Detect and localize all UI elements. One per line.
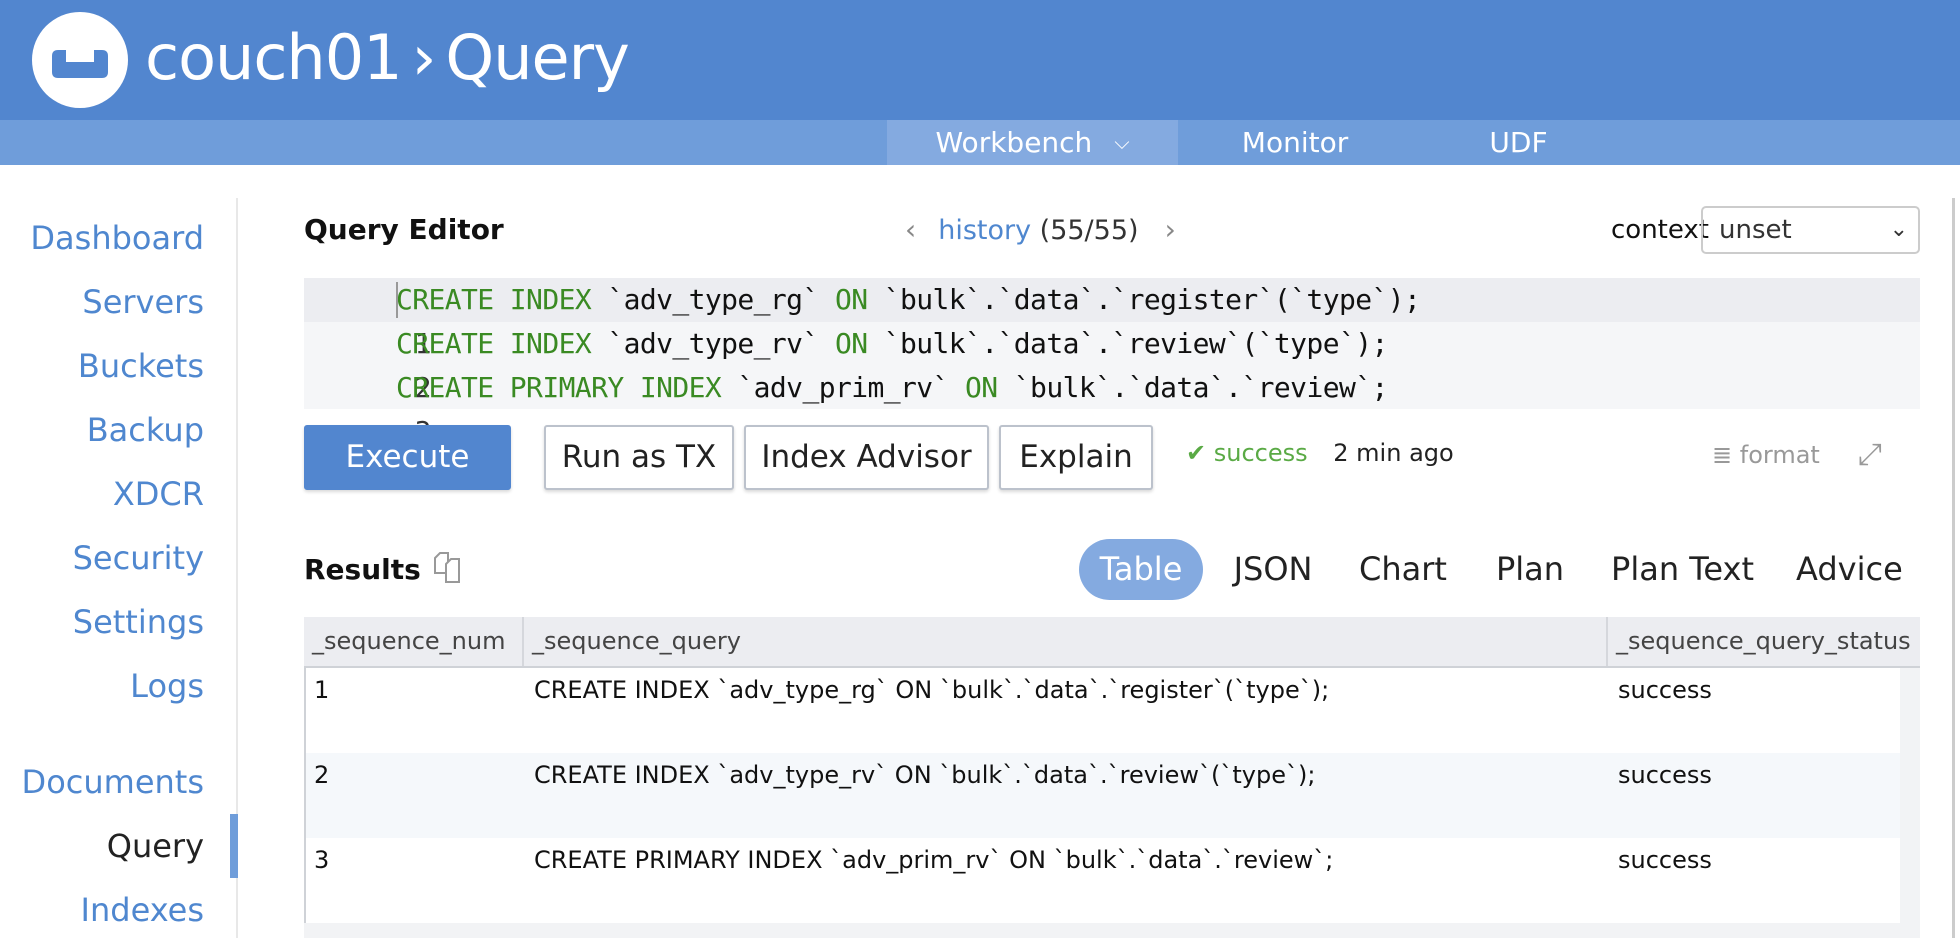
column-header[interactable]: _sequence_query_status	[1606, 617, 1920, 666]
code-line[interactable]: 1 CREATE INDEX `adv_type_rg` ON `bulk`.`…	[304, 278, 1920, 360]
table-row: 1 CREATE INDEX `adv_type_rg` ON `bulk`.`…	[304, 668, 1900, 753]
sidebar-item-xdcr[interactable]: XDCR	[113, 474, 204, 514]
sidebar-item-settings[interactable]: Settings	[73, 602, 204, 642]
chevron-down-icon: ⌵	[1114, 130, 1130, 154]
sidebar-item-servers[interactable]: Servers	[82, 282, 204, 322]
results-tab-chart[interactable]: Chart	[1350, 539, 1456, 600]
code-text: CREATE INDEX `adv_type_rg` ON `bulk`.`da…	[396, 283, 1421, 316]
active-nav-indicator	[230, 814, 238, 878]
status-text: success	[1213, 439, 1308, 467]
cell-query-status: success	[1618, 846, 1712, 874]
sidebar-item-documents[interactable]: Documents	[22, 762, 204, 802]
status-time: 2 min ago	[1333, 439, 1454, 467]
results-tab-plan-text[interactable]: Plan Text	[1610, 539, 1755, 600]
subnav-tab-workbench[interactable]: Workbench ⌵	[887, 120, 1178, 165]
cluster-name[interactable]: couch01	[145, 21, 403, 94]
query-subnav: Workbench ⌵ Monitor UDF	[0, 120, 1960, 165]
sidebar-item-backup[interactable]: Backup	[87, 410, 204, 450]
results-tab-table[interactable]: Table	[1079, 539, 1203, 600]
sidebar-item-security[interactable]: Security	[73, 538, 204, 578]
results-title: Results	[304, 553, 421, 586]
cell-query-status: success	[1618, 676, 1712, 704]
cell-sequence-query: CREATE INDEX `adv_type_rg` ON `bulk`.`da…	[534, 676, 1330, 704]
breadcrumb-separator-icon: ›	[411, 21, 437, 94]
history-link[interactable]: history	[938, 215, 1031, 246]
subnav-tab-monitor[interactable]: Monitor	[1200, 120, 1390, 165]
table-vertical-scrollbar[interactable]	[1900, 668, 1920, 938]
table-row: 3 CREATE PRIMARY INDEX `adv_prim_rv` ON …	[304, 838, 1900, 923]
query-status: ✔ success 2 min ago	[1186, 439, 1454, 467]
history-nav: ‹ history (55/55) ›	[905, 213, 1176, 246]
explain-button[interactable]: Explain	[999, 425, 1153, 490]
results-tab-json[interactable]: JSON	[1225, 539, 1321, 600]
sidebar-item-query[interactable]: Query	[107, 826, 204, 866]
cell-sequence-num: 1	[314, 676, 330, 704]
expand-icon[interactable]: ⤢	[1858, 437, 1882, 472]
history-next-icon[interactable]: ›	[1165, 213, 1176, 246]
couchbase-logo-icon[interactable]	[32, 12, 128, 108]
run-as-tx-button[interactable]: Run as TX	[544, 425, 734, 490]
subnav-tab-udf[interactable]: UDF	[1460, 120, 1577, 165]
sidebar-item-indexes[interactable]: Indexes	[81, 890, 204, 930]
page-scrollbar[interactable]	[1952, 198, 1955, 938]
index-advisor-button[interactable]: Index Advisor	[744, 425, 989, 490]
context-label: context	[1611, 215, 1709, 245]
results-table: _sequence_num _sequence_query _sequence_…	[304, 617, 1920, 938]
sidebar-nav: Dashboard Servers Buckets Backup XDCR Se…	[0, 198, 238, 938]
chevron-down-icon: ⌄	[1889, 217, 1908, 242]
cell-sequence-num: 3	[314, 846, 330, 874]
cell-sequence-num: 2	[314, 761, 330, 789]
code-line[interactable]: 3 CREATE PRIMARY INDEX `adv_prim_rv` ON …	[304, 366, 1920, 448]
code-text: CREATE INDEX `adv_type_rv` ON `bulk`.`da…	[396, 327, 1388, 360]
top-header: couch01 › Query	[0, 0, 1960, 120]
sidebar-item-dashboard[interactable]: Dashboard	[30, 218, 204, 258]
context-value: unset	[1719, 215, 1792, 245]
code-text: CREATE PRIMARY INDEX `adv_prim_rv` ON `b…	[396, 371, 1388, 404]
text-cursor	[396, 282, 398, 318]
execute-button[interactable]: Execute	[304, 425, 511, 490]
column-header[interactable]: _sequence_query	[522, 617, 1606, 666]
results-tab-plan[interactable]: Plan	[1488, 539, 1572, 600]
query-editor[interactable]: 1 CREATE INDEX `adv_type_rg` ON `bulk`.`…	[304, 278, 1920, 448]
table-horizontal-scrollbar[interactable]	[304, 923, 1900, 938]
page-title: Query	[445, 21, 629, 94]
check-icon: ✔	[1186, 439, 1207, 467]
table-header: _sequence_num _sequence_query _sequence_…	[304, 617, 1920, 668]
history-count: (55/55)	[1039, 215, 1139, 246]
results-tab-advice[interactable]: Advice	[1796, 539, 1903, 600]
format-label: format	[1739, 441, 1820, 469]
subnav-tab-label: Workbench	[935, 126, 1093, 159]
copy-icon[interactable]	[432, 552, 466, 590]
code-line[interactable]: 2 CREATE INDEX `adv_type_rv` ON `bulk`.`…	[304, 322, 1920, 404]
cell-sequence-query: CREATE INDEX `adv_type_rv` ON `bulk`.`da…	[534, 761, 1316, 789]
context-select[interactable]: unset ⌄	[1701, 206, 1920, 254]
sidebar-item-buckets[interactable]: Buckets	[78, 346, 204, 386]
format-lines-icon: ≣	[1712, 441, 1733, 469]
query-editor-title: Query Editor	[304, 213, 504, 246]
breadcrumb: couch01 › Query	[145, 18, 630, 98]
cell-sequence-query: CREATE PRIMARY INDEX `adv_prim_rv` ON `b…	[534, 846, 1334, 874]
table-row: 2 CREATE INDEX `adv_type_rv` ON `bulk`.`…	[304, 753, 1900, 838]
cell-query-status: success	[1618, 761, 1712, 789]
history-prev-icon[interactable]: ‹	[905, 213, 916, 246]
sidebar-item-logs[interactable]: Logs	[130, 666, 204, 706]
column-header[interactable]: _sequence_num	[304, 617, 522, 666]
format-button[interactable]: ≣ format	[1712, 441, 1820, 469]
